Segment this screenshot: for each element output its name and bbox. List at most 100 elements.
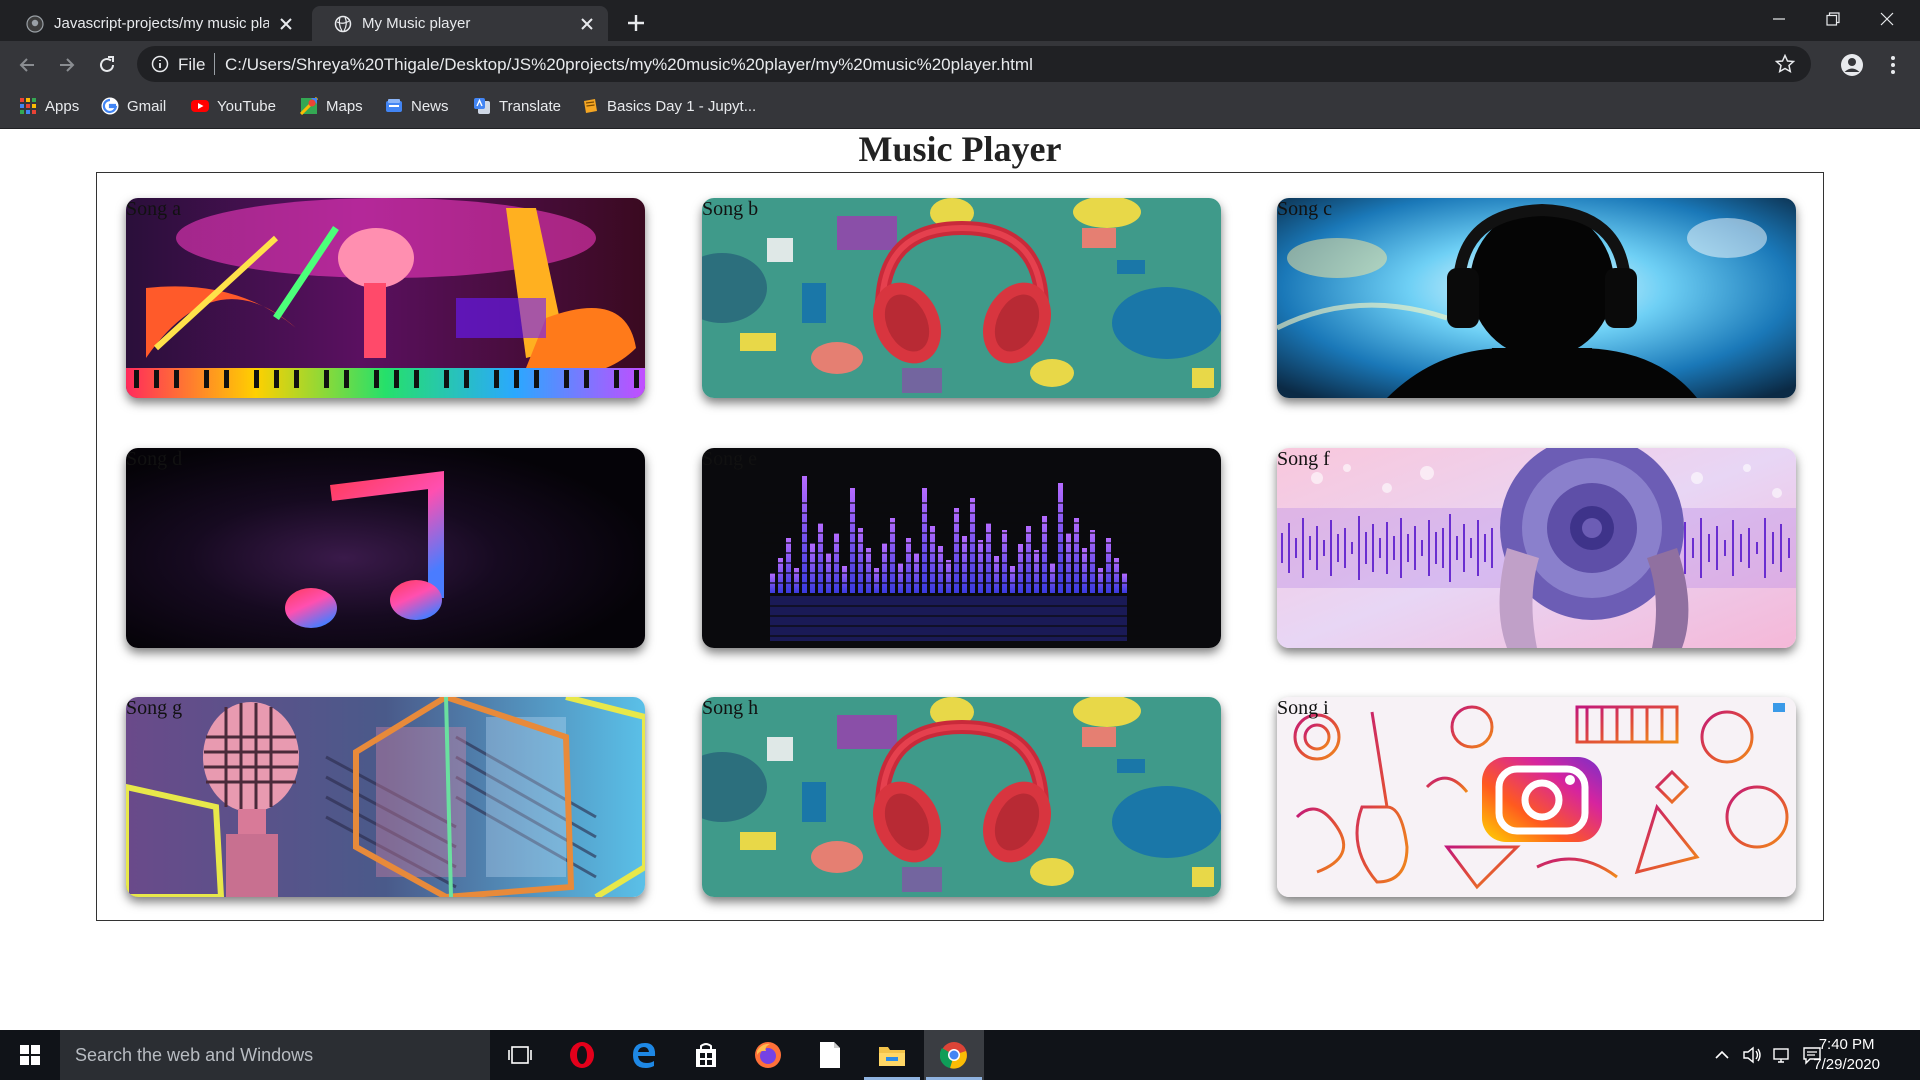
song-label: Song f <box>1277 448 1330 470</box>
menu-button[interactable] <box>1878 50 1908 80</box>
song-label: Song i <box>1277 697 1329 719</box>
minimize-button[interactable] <box>1756 0 1802 38</box>
song-d-artwork <box>126 448 645 648</box>
github-icon <box>26 14 44 33</box>
bookmark-translate[interactable]: Translate <box>473 97 561 115</box>
maps-icon <box>300 97 318 115</box>
forward-button[interactable] <box>52 50 82 80</box>
profile-button[interactable] <box>1837 50 1867 80</box>
apps-grid-icon <box>20 98 36 114</box>
chevron-up-icon[interactable] <box>1712 1045 1732 1065</box>
bookmark-news[interactable]: News <box>385 97 449 115</box>
song-card-f[interactable]: Song f <box>1277 448 1796 648</box>
more-vert-icon <box>1891 56 1895 74</box>
start-button[interactable] <box>0 1030 60 1080</box>
song-card-a[interactable]: Song a <box>126 198 645 398</box>
opera-icon <box>570 1042 594 1068</box>
close-window-button[interactable] <box>1864 0 1910 38</box>
song-f-artwork <box>1277 448 1796 648</box>
bookmark-jupyter[interactable]: Basics Day 1 - Jupyt... <box>581 97 756 115</box>
bookmark-maps[interactable]: Maps <box>300 97 363 115</box>
song-h-artwork <box>702 697 1221 897</box>
song-card-i[interactable]: Song i <box>1277 697 1796 897</box>
bookmark-label: Translate <box>499 97 561 115</box>
taskbar-chrome[interactable] <box>924 1030 984 1080</box>
bookmark-youtube[interactable]: YouTube <box>191 97 276 115</box>
bookmark-label: News <box>411 97 449 115</box>
bookmark-apps[interactable]: Apps <box>19 97 79 115</box>
minimize-icon <box>1773 18 1785 20</box>
taskbar-opera[interactable] <box>552 1030 612 1080</box>
restore-button[interactable] <box>1810 0 1856 38</box>
song-label: Song d <box>126 448 183 470</box>
tab-title: Javascript-projects/my music pla <box>54 15 269 32</box>
windows-logo-icon <box>20 1045 40 1065</box>
song-c-artwork <box>1277 198 1796 398</box>
network-icon[interactable] <box>1772 1045 1792 1065</box>
taskbar-search-box[interactable]: Search the web and Windows <box>60 1030 490 1080</box>
google-icon <box>101 97 119 115</box>
bookmark-label: Maps <box>326 97 363 115</box>
file-explorer-icon <box>879 1047 905 1066</box>
song-card-e[interactable]: Song e <box>702 448 1221 648</box>
song-label: Song g <box>126 697 183 719</box>
tab-github[interactable]: Javascript-projects/my music pla <box>4 6 307 41</box>
reload-icon <box>100 56 114 72</box>
song-a-artwork <box>126 198 645 398</box>
song-card-g[interactable]: Song g <box>126 697 645 897</box>
page-title: Music Player <box>858 129 1062 169</box>
tab-title: My Music player <box>362 15 471 32</box>
close-icon[interactable] <box>277 15 295 33</box>
song-card-h[interactable]: Song h <box>702 697 1221 897</box>
reload-button[interactable] <box>92 50 122 80</box>
browser-toolbar: File C:/Users/Shreya%20Thigale/Desktop/J… <box>0 41 1920 87</box>
taskbar-file[interactable] <box>800 1030 860 1080</box>
song-label: Song h <box>702 697 759 719</box>
bookmark-label: Basics Day 1 - Jupyt... <box>607 97 757 115</box>
globe-icon <box>334 15 352 32</box>
task-view-icon <box>508 1046 532 1064</box>
bookmark-label: Apps <box>45 97 80 115</box>
bookmarks-bar: Apps Gmail YouTube Maps News Translate B… <box>0 87 1920 129</box>
arrow-left-icon <box>19 58 34 72</box>
address-bar[interactable]: File C:/Users/Shreya%20Thigale/Desktop/J… <box>137 46 1811 82</box>
taskbar-file-explorer[interactable] <box>862 1030 922 1080</box>
taskbar-task-view[interactable] <box>490 1030 550 1080</box>
tab-my-music-player[interactable]: My Music player <box>312 6 608 41</box>
tab-strip: Javascript-projects/my music pla My Musi… <box>0 0 1920 41</box>
taskbar-store[interactable] <box>676 1030 736 1080</box>
song-card-c[interactable]: Song c <box>1277 198 1796 398</box>
song-g-artwork <box>126 697 645 897</box>
search-placeholder: Search the web and Windows <box>75 1045 314 1065</box>
song-label: Song a <box>126 198 181 220</box>
taskbar-firefox[interactable] <box>738 1030 798 1080</box>
close-icon[interactable] <box>578 15 596 33</box>
song-i-artwork <box>1277 697 1796 897</box>
back-button[interactable] <box>12 50 42 80</box>
news-icon <box>386 99 402 112</box>
url-scheme-label: File <box>178 55 206 74</box>
song-label: Song c <box>1277 198 1332 220</box>
clock-time: 7:40 PM <box>1818 1036 1875 1053</box>
new-tab-icon[interactable] <box>622 9 650 37</box>
edge-icon <box>633 1043 656 1068</box>
bookmark-label: YouTube <box>217 97 276 115</box>
jupyter-icon <box>584 99 597 113</box>
volume-icon[interactable] <box>1742 1045 1762 1065</box>
taskbar-edge[interactable] <box>614 1030 674 1080</box>
account-icon <box>1841 54 1863 76</box>
bookmark-gmail[interactable]: Gmail <box>101 97 166 115</box>
bookmark-label: Gmail <box>127 97 167 115</box>
song-label: Song e <box>702 448 757 470</box>
chrome-icon <box>940 1042 967 1069</box>
divider <box>214 53 215 75</box>
store-icon <box>696 1043 716 1067</box>
star-icon[interactable] <box>1775 54 1795 74</box>
system-clock[interactable]: 7:40 PM 7/29/2020 <box>1813 1035 1880 1075</box>
firefox-icon <box>755 1042 781 1068</box>
song-card-b[interactable]: Song b <box>702 198 1221 398</box>
song-card-d[interactable]: Song d <box>126 448 645 648</box>
song-b-artwork <box>702 198 1221 398</box>
url-text[interactable]: C:/Users/Shreya%20Thigale/Desktop/JS%20p… <box>225 55 1033 75</box>
info-icon[interactable] <box>151 55 169 73</box>
